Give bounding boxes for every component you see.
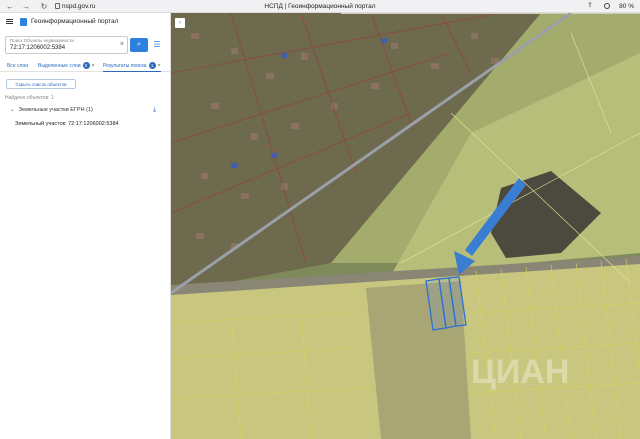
download-icon[interactable]: ⤓ <box>153 106 160 114</box>
tab-badge: 1 <box>148 62 156 70</box>
result-group-label: Земельные участки ЕГРН (1) <box>18 107 93 113</box>
app-title: Геоинформационный портал <box>31 18 119 25</box>
chevron-down-icon[interactable]: ⌄ <box>10 107 15 113</box>
address-bar[interactable]: nspd.gov.ru <box>62 0 95 13</box>
tabs: Все слои Выделенные слои 0 × Результаты по… <box>0 60 171 72</box>
back-icon[interactable]: ← <box>4 0 16 13</box>
search-field[interactable]: Поиск Объекты недвижимости 72:17:1206002… <box>5 36 128 54</box>
browser-toolbar: ← → ↻ nspd.gov.ru НСПД | Геоинформационн… <box>0 0 640 13</box>
page-title: НСПД | Геоинформационный портал <box>264 3 376 10</box>
tab-selected-layers[interactable]: Выделенные слои 0 × <box>38 60 94 72</box>
search-input[interactable]: 72:17:1206002:5384 <box>10 45 65 51</box>
zoom-icon[interactable] <box>604 3 610 9</box>
zoom-level[interactable]: 80 % <box>619 0 634 13</box>
panel-header: Геоинформационный портал <box>0 13 171 31</box>
forward-icon[interactable]: → <box>20 0 32 13</box>
watermark-logo: ЦИАН <box>471 353 569 391</box>
logo-icon <box>20 18 27 26</box>
result-item[interactable]: Земельный участок: 72:17:1206002:5384 <box>15 121 119 127</box>
hide-list-button[interactable]: Скрыть список объектов <box>6 79 76 89</box>
tab-all-layers[interactable]: Все слои <box>7 60 28 72</box>
chevron-right-icon: › <box>179 20 181 26</box>
selected-parcel[interactable] <box>425 276 467 331</box>
filter-icon: ☰ <box>153 40 161 49</box>
menu-icon[interactable] <box>6 19 13 24</box>
close-icon[interactable]: × <box>158 63 161 69</box>
map-view[interactable]: ЦИАН › <box>171 13 640 439</box>
clear-icon[interactable]: × <box>120 41 124 48</box>
result-group[interactable]: ⌄ Земельные участки ЕГРН (1) <box>10 107 93 113</box>
share-icon[interactable]: ⇪ <box>586 2 594 10</box>
found-count: Найдено объектов: 1 <box>5 95 54 101</box>
side-panel: Геоинформационный портал Поиск Объекты н… <box>0 13 171 439</box>
reload-icon[interactable]: ↻ <box>38 0 50 13</box>
tab-badge: 0 <box>82 62 90 70</box>
satellite-map[interactable]: ЦИАН <box>171 13 640 439</box>
search-button[interactable]: ⌕ <box>130 38 148 52</box>
close-icon[interactable]: × <box>92 63 95 69</box>
tab-search-results[interactable]: Результаты поиска 1 × <box>103 60 161 72</box>
map-expand-button[interactable]: › <box>175 18 185 28</box>
lock-icon <box>55 3 60 9</box>
filter-button[interactable]: ☰ <box>151 39 163 51</box>
search-icon: ⌕ <box>137 41 141 48</box>
search-label: Поиск Объекты недвижимости <box>10 38 74 43</box>
